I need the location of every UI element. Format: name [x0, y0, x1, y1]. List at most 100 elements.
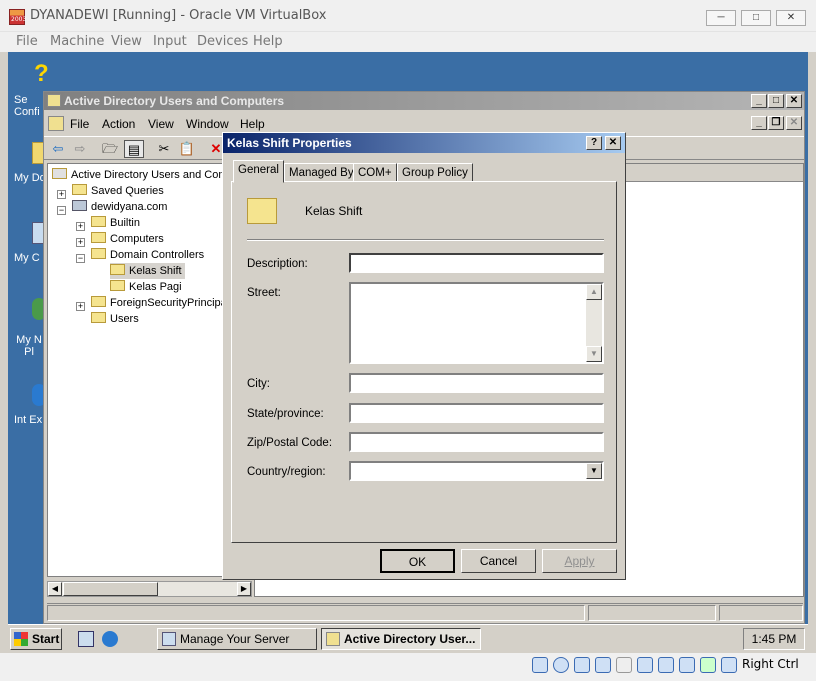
- audio-icon[interactable]: [574, 657, 590, 673]
- aduc-maximize-button[interactable]: □: [768, 94, 784, 108]
- dialog-close-button[interactable]: ✕: [605, 136, 621, 150]
- zip-label: Zip/Postal Code:: [247, 437, 333, 449]
- cancel-button[interactable]: Cancel: [461, 549, 536, 573]
- folder-icon: [91, 232, 106, 243]
- street-label: Street:: [247, 287, 281, 299]
- aduc-minimize-button[interactable]: _: [751, 94, 767, 108]
- task-active-directory[interactable]: Active Directory User...: [321, 628, 481, 650]
- tree-item-domain-controllers[interactable]: Domain Controllers: [91, 247, 204, 263]
- expand-icon[interactable]: +: [76, 238, 85, 247]
- usb-icon[interactable]: [595, 657, 611, 673]
- cut-icon[interactable]: ✂: [154, 140, 174, 158]
- tree-item-root[interactable]: Active Directory Users and Com: [52, 167, 228, 183]
- chevron-down-icon[interactable]: ▼: [586, 463, 602, 479]
- aduc-app-icon: [47, 94, 61, 107]
- tree-item-saved-queries[interactable]: Saved Queries: [72, 183, 164, 199]
- tree-item-domain[interactable]: dewidyana.com: [72, 199, 167, 215]
- expand-icon[interactable]: +: [57, 190, 66, 199]
- optical-drive-icon[interactable]: [553, 657, 569, 673]
- virtualbox-app-icon: 2003: [9, 9, 26, 25]
- tree-item-users[interactable]: Users: [91, 311, 139, 327]
- quicklaunch-manage-server-icon[interactable]: [78, 631, 94, 647]
- show-hide-tree-icon[interactable]: ▤: [124, 140, 144, 158]
- aduc-menu-file[interactable]: File: [70, 117, 89, 131]
- network-icon[interactable]: [658, 657, 674, 673]
- tab-general[interactable]: General: [233, 160, 284, 183]
- aduc-menu-window[interactable]: Window: [186, 117, 229, 131]
- description-input[interactable]: [349, 253, 604, 273]
- object-name: Kelas Shift: [305, 204, 363, 218]
- aduc-menu-bar: File Action View Window Help _ ❐ ✕: [44, 114, 804, 134]
- host-menu-file[interactable]: File: [16, 34, 38, 49]
- aduc-menu-action[interactable]: Action: [102, 117, 135, 131]
- help-button[interactable]: ?: [586, 136, 602, 150]
- cpu-icon[interactable]: [700, 657, 716, 673]
- country-select[interactable]: ▼: [349, 461, 604, 481]
- tree-item-foreign-security[interactable]: ForeignSecurityPrincipal: [91, 295, 229, 311]
- city-input[interactable]: [349, 373, 604, 393]
- paste-icon[interactable]: 📋: [177, 140, 197, 158]
- tab-managed-by[interactable]: Managed By: [284, 163, 359, 182]
- expand-icon[interactable]: +: [76, 222, 85, 231]
- mdi-minimize-button[interactable]: _: [751, 116, 767, 130]
- harddisk-icon[interactable]: [532, 657, 548, 673]
- street-textarea[interactable]: ▲ ▼: [349, 282, 604, 364]
- scroll-left-icon[interactable]: ◀: [48, 582, 62, 596]
- task-manage-your-server[interactable]: Manage Your Server: [157, 628, 317, 650]
- aduc-title-bar: Active Directory Users and Computers _ □…: [44, 92, 804, 110]
- forward-arrow-icon[interactable]: ⇨: [70, 140, 90, 158]
- quicklaunch-internet-explorer-icon[interactable]: [102, 631, 118, 647]
- aduc-menu-help[interactable]: Help: [240, 117, 265, 131]
- state-input[interactable]: [349, 403, 604, 423]
- host-minimize-button[interactable]: ─: [706, 10, 736, 26]
- back-arrow-icon[interactable]: ⇦: [48, 140, 68, 158]
- server-icon: [162, 632, 176, 646]
- tab-group-policy[interactable]: Group Policy: [397, 163, 473, 182]
- expand-icon[interactable]: +: [76, 302, 85, 311]
- help-question-icon: ?: [34, 60, 49, 87]
- host-close-button[interactable]: ✕: [776, 10, 806, 26]
- scroll-up-icon[interactable]: ▲: [586, 284, 602, 300]
- host-menu-devices[interactable]: Devices: [197, 34, 248, 49]
- host-menu-machine[interactable]: Machine: [50, 34, 104, 49]
- scroll-right-icon[interactable]: ▶: [237, 582, 251, 596]
- recording-icon[interactable]: [679, 657, 695, 673]
- tree-horizontal-scrollbar[interactable]: ◀ ▶: [47, 581, 252, 597]
- tree-item-computers[interactable]: Computers: [91, 231, 164, 247]
- up-folder-icon[interactable]: 🗁: [100, 140, 120, 158]
- scroll-down-icon[interactable]: ▼: [586, 346, 602, 362]
- ok-button[interactable]: OK: [380, 549, 455, 573]
- aduc-close-button[interactable]: ✕: [786, 94, 802, 108]
- tab-com-plus[interactable]: COM+: [353, 163, 397, 182]
- directory-book-icon: [52, 168, 67, 179]
- tree-item-kelas-shift[interactable]: Kelas Shift: [110, 263, 185, 279]
- display-icon[interactable]: [637, 657, 653, 673]
- mdi-restore-button[interactable]: ❐: [768, 116, 784, 130]
- apply-button[interactable]: Apply: [542, 549, 617, 573]
- host-menu-input[interactable]: Input: [153, 34, 187, 49]
- collapse-icon[interactable]: −: [57, 206, 66, 215]
- tree-item-builtin[interactable]: Builtin: [91, 215, 140, 231]
- aduc-menu-view[interactable]: View: [148, 117, 174, 131]
- general-tab-panel: Kelas Shift Description: Street: ▲ ▼ Cit…: [231, 181, 617, 543]
- folder-icon: [91, 312, 106, 323]
- mdi-close-button[interactable]: ✕: [786, 116, 802, 130]
- city-label: City:: [247, 378, 270, 390]
- collapse-icon[interactable]: −: [76, 254, 85, 263]
- aduc-title: Active Directory Users and Computers: [64, 94, 285, 108]
- clock[interactable]: 1:45 PM: [743, 628, 805, 650]
- mouse-integration-icon[interactable]: [721, 657, 737, 673]
- start-button[interactable]: Start: [10, 628, 62, 650]
- shared-folders-icon[interactable]: [616, 657, 632, 673]
- folder-icon: [91, 216, 106, 227]
- properties-dialog: Kelas Shift Properties ? ✕ General Manag…: [222, 132, 626, 580]
- scroll-thumb[interactable]: [63, 582, 158, 596]
- zip-input[interactable]: [349, 432, 604, 452]
- mmc-console-icon[interactable]: [48, 116, 64, 131]
- tree-item-kelas-pagi[interactable]: Kelas Pagi: [110, 279, 182, 295]
- street-scrollbar[interactable]: ▲ ▼: [586, 284, 602, 362]
- domain-icon: [72, 200, 87, 211]
- host-menu-help[interactable]: Help: [253, 34, 283, 49]
- host-maximize-button[interactable]: □: [741, 10, 771, 26]
- host-menu-view[interactable]: View: [111, 34, 142, 49]
